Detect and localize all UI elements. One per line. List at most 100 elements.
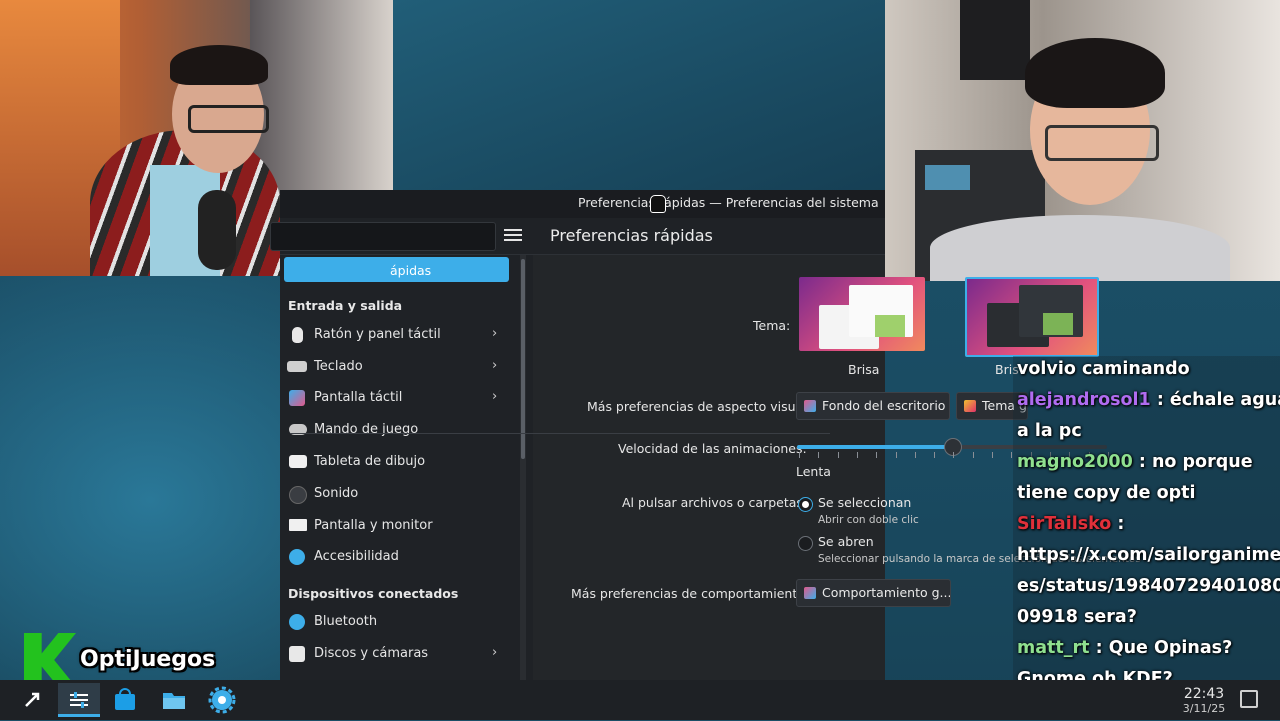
sidebar-item-bluetooth[interactable]: Bluetooth (284, 608, 508, 636)
chat-username: matt_rt (1017, 638, 1090, 658)
launcher-icon[interactable] (18, 686, 46, 714)
slider-tick (837, 452, 839, 458)
sidebar-item-label: Accesibilidad (314, 549, 399, 564)
disk-icon (289, 646, 305, 662)
monitor-icon (289, 519, 307, 531)
sidebar-item-label: Pantalla y monitor (314, 518, 433, 533)
appearance-label: Más preferencias de aspecto visual: (587, 399, 811, 414)
section-title-input-output: Entrada y salida (288, 298, 403, 313)
slider-tick (953, 452, 955, 458)
animation-min-label: Lenta (796, 464, 831, 479)
chevron-right-icon: › (492, 645, 498, 660)
theme-icon (964, 400, 976, 412)
tablet-icon (289, 455, 307, 468)
theme-preview-dark[interactable] (965, 277, 1099, 357)
chat-message: 09918 sera? (1017, 602, 1137, 633)
chat-text: es/status/19840729401080 (1017, 576, 1280, 596)
window-header: Preferencias rápidas (270, 218, 885, 255)
keyboard-icon (287, 361, 307, 372)
grab-cursor-icon (650, 195, 666, 213)
sidebar-item-disks[interactable]: Discos y cámaras › (284, 640, 508, 668)
stream-chat: volvio caminando alejandrosol1 : échale a… (1013, 356, 1280, 720)
brand-name: OptiJuegos (80, 647, 216, 672)
sidebar-item-label: Ratón y panel táctil (314, 327, 441, 342)
page-title: Preferencias rápidas (550, 226, 713, 245)
sidebar-item-keyboard[interactable]: Teclado › (284, 353, 508, 381)
general-behavior-button-label: Comportamiento g... (822, 585, 951, 600)
speaker-icon (289, 486, 307, 504)
slider-tick (992, 452, 993, 458)
wallpaper-button[interactable]: Fondo del escritorio (796, 392, 950, 420)
show-desktop-icon[interactable] (1240, 690, 1258, 708)
chat-text: a la pc (1017, 421, 1082, 441)
chat-message: https://x.com/sailorganimed (1017, 540, 1280, 571)
sidebar-item-accessibility[interactable]: Accesibilidad (284, 543, 508, 571)
sidebar-item-label: Pantalla táctil (314, 390, 403, 405)
chevron-right-icon: › (492, 389, 498, 404)
window-titlebar[interactable]: Preferencias rápidas — Preferencias del … (280, 190, 885, 218)
wallpaper-button-label: Fondo del escritorio (822, 398, 946, 413)
slider-tick (856, 452, 858, 458)
chevron-right-icon: › (492, 326, 498, 341)
chat-text: https://x.com/sailorganimed (1017, 545, 1280, 565)
chat-message: matt_rt : Que Opinas? (1017, 633, 1232, 664)
chat-message: es/status/19840729401080 (1017, 571, 1280, 602)
chat-text: : échale agua (1150, 390, 1280, 410)
search-input[interactable] (270, 222, 496, 251)
clock-time[interactable]: 22:43 (1180, 686, 1228, 702)
touchscreen-icon (289, 390, 305, 406)
sidebar-item-gamepad[interactable]: Mando de juego (284, 416, 508, 444)
chat-text: : (1111, 514, 1125, 534)
theme-preview-light[interactable] (799, 277, 925, 351)
slider-tick (799, 452, 800, 458)
animation-speed-fill (797, 445, 952, 449)
chat-text: : no porque (1132, 452, 1253, 472)
settings-app-icon[interactable] (58, 683, 100, 717)
window-title: Preferencias rápidas — Preferencias del … (578, 195, 879, 210)
sidebar-scrollbar[interactable] (520, 255, 526, 680)
chat-message: tiene copy de opti (1017, 478, 1195, 509)
system-settings-window[interactable]: Preferencias rápidas — Preferencias del … (270, 190, 885, 680)
section-title-connected-devices: Dispositivos conectados (288, 586, 459, 601)
system-settings-icon[interactable] (208, 686, 236, 714)
slider-tick (934, 452, 936, 458)
chat-message: magno2000 : no porque (1017, 447, 1253, 478)
sidebar-item-display[interactable]: Pantalla y monitor (284, 512, 508, 540)
file-manager-icon[interactable] (160, 686, 188, 714)
radio-select-label: Se seleccionan (818, 495, 912, 510)
sidebar-item-label: Bluetooth (314, 614, 378, 629)
sidebar-item-label: Discos y cámaras (314, 646, 429, 661)
slider-tick (876, 452, 878, 458)
radio-open-label: Se abren (818, 534, 874, 549)
theme-light-name: Brisa (848, 362, 880, 377)
sidebar-item-sound[interactable]: Sonido (284, 480, 508, 508)
sidebar-item-touchscreen[interactable]: Pantalla táctil › (284, 384, 508, 412)
chat-message: a la pc (1017, 416, 1082, 447)
radio-select-hint: Abrir con doble clic (818, 514, 919, 526)
sidebar-item-label: Teclado (314, 359, 363, 374)
taskbar (0, 680, 1280, 720)
sidebar-item-drawing-tablet[interactable]: Tableta de dibujo (284, 448, 508, 476)
chat-text: volvio caminando (1017, 359, 1190, 379)
behavior-label: Más preferencias de comportamiento: (571, 586, 810, 601)
general-behavior-button[interactable]: Comportamiento g... (796, 579, 951, 607)
sidebar-item-mouse[interactable]: Ratón y panel táctil › (284, 321, 508, 349)
chat-text: tiene copy de opti (1017, 483, 1196, 503)
slider-tick (972, 452, 974, 458)
behavior-icon (804, 587, 816, 599)
divider (290, 433, 830, 434)
theme-label: Tema: (753, 318, 791, 333)
radio-select-files[interactable] (798, 497, 813, 512)
chat-text: 09918 sera? (1017, 607, 1137, 627)
scrollbar-thumb[interactable] (521, 259, 525, 459)
clock-date: 3/11/25 (1182, 702, 1226, 715)
chevron-right-icon: › (492, 358, 498, 373)
animation-speed-label: Velocidad de las animaciones: (618, 441, 807, 456)
sidebar-item-label: Mando de juego (314, 422, 419, 437)
slider-tick (818, 452, 820, 458)
store-icon[interactable] (111, 686, 139, 714)
radio-open-files[interactable] (798, 536, 813, 551)
hamburger-menu-icon[interactable] (502, 226, 524, 246)
accessibility-icon (289, 549, 305, 565)
chat-username: SirTailsko (1017, 514, 1112, 534)
